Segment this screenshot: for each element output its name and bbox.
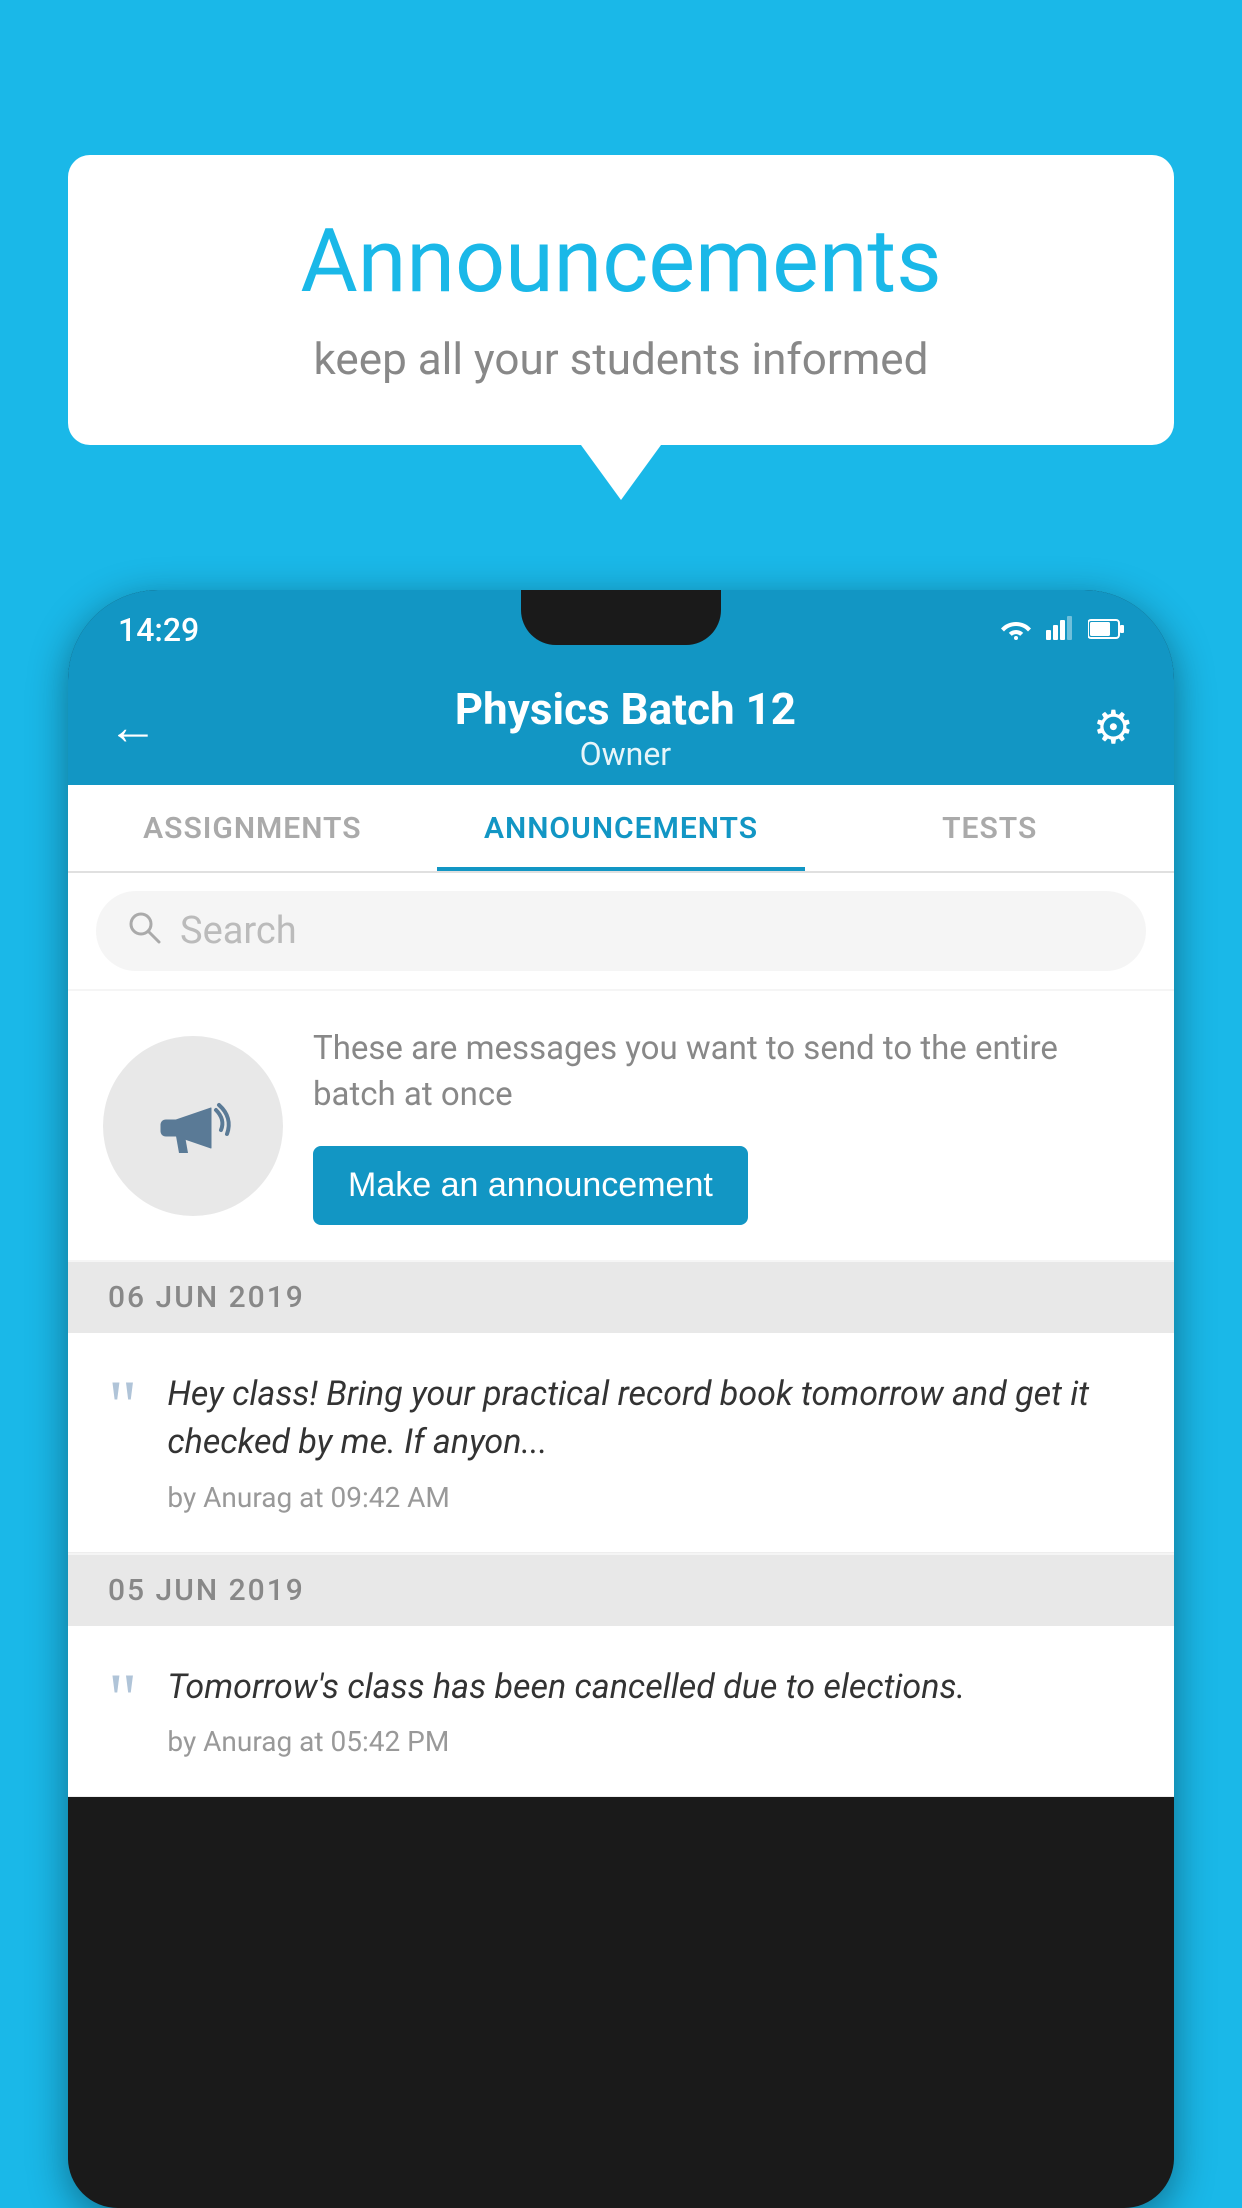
wifi-icon — [1000, 614, 1032, 647]
tab-assignments[interactable]: ASSIGNMENTS — [68, 785, 437, 871]
batch-title: Physics Batch 12 — [455, 683, 796, 735]
status-bar: 14:29 — [68, 590, 1174, 670]
content-area: Search These are messages you want to se… — [68, 873, 1174, 1797]
tab-announcements[interactable]: ANNOUNCEMENTS — [437, 785, 806, 871]
announcement-promo: These are messages you want to send to t… — [68, 991, 1174, 1260]
date-separator-1: 06 JUN 2019 — [68, 1262, 1174, 1333]
phone-frame: 14:29 — [68, 590, 1174, 2208]
settings-icon[interactable]: ⚙ — [1093, 700, 1134, 755]
date-separator-2: 05 JUN 2019 — [68, 1555, 1174, 1626]
search-bar[interactable]: Search — [96, 891, 1146, 971]
speech-bubble-container: Announcements keep all your students inf… — [68, 155, 1174, 500]
quote-icon-1: " — [108, 1381, 137, 1431]
announcement-meta-2: by Anurag at 05:42 PM — [167, 1725, 1134, 1758]
status-time: 14:29 — [118, 611, 199, 649]
tab-tests[interactable]: TESTS — [805, 785, 1174, 871]
search-container: Search — [68, 873, 1174, 989]
promo-content: These are messages you want to send to t… — [313, 1026, 1139, 1225]
speech-bubble: Announcements keep all your students inf… — [68, 155, 1174, 445]
make-announcement-button[interactable]: Make an announcement — [313, 1146, 748, 1225]
announcement-meta-1: by Anurag at 09:42 AM — [167, 1481, 1134, 1514]
signal-icon — [1046, 614, 1074, 647]
promo-description: These are messages you want to send to t… — [313, 1026, 1139, 1118]
announcement-item-2[interactable]: " Tomorrow's class has been cancelled du… — [68, 1626, 1174, 1798]
back-button[interactable]: ← — [108, 698, 158, 757]
status-icons — [1000, 614, 1124, 647]
battery-icon — [1088, 614, 1124, 647]
search-placeholder-text: Search — [180, 909, 297, 953]
announcement-text-2: Tomorrow's class has been cancelled due … — [167, 1664, 1134, 1712]
announcement-content-2: Tomorrow's class has been cancelled due … — [167, 1664, 1134, 1759]
bubble-title: Announcements — [128, 210, 1114, 313]
announcement-text-1: Hey class! Bring your practical record b… — [167, 1371, 1134, 1466]
quote-icon-2: " — [108, 1674, 137, 1724]
app-header: ← Physics Batch 12 Owner ⚙ — [68, 670, 1174, 785]
batch-subtitle: Owner — [455, 735, 796, 773]
search-icon — [126, 909, 162, 954]
announcement-item-1[interactable]: " Hey class! Bring your practical record… — [68, 1333, 1174, 1552]
promo-icon — [103, 1036, 283, 1216]
bubble-subtitle: keep all your students informed — [128, 333, 1114, 385]
bubble-tail — [581, 445, 661, 500]
header-center: Physics Batch 12 Owner — [455, 683, 796, 773]
tabs-bar: ASSIGNMENTS ANNOUNCEMENTS TESTS — [68, 785, 1174, 873]
announcement-content-1: Hey class! Bring your practical record b… — [167, 1371, 1134, 1513]
